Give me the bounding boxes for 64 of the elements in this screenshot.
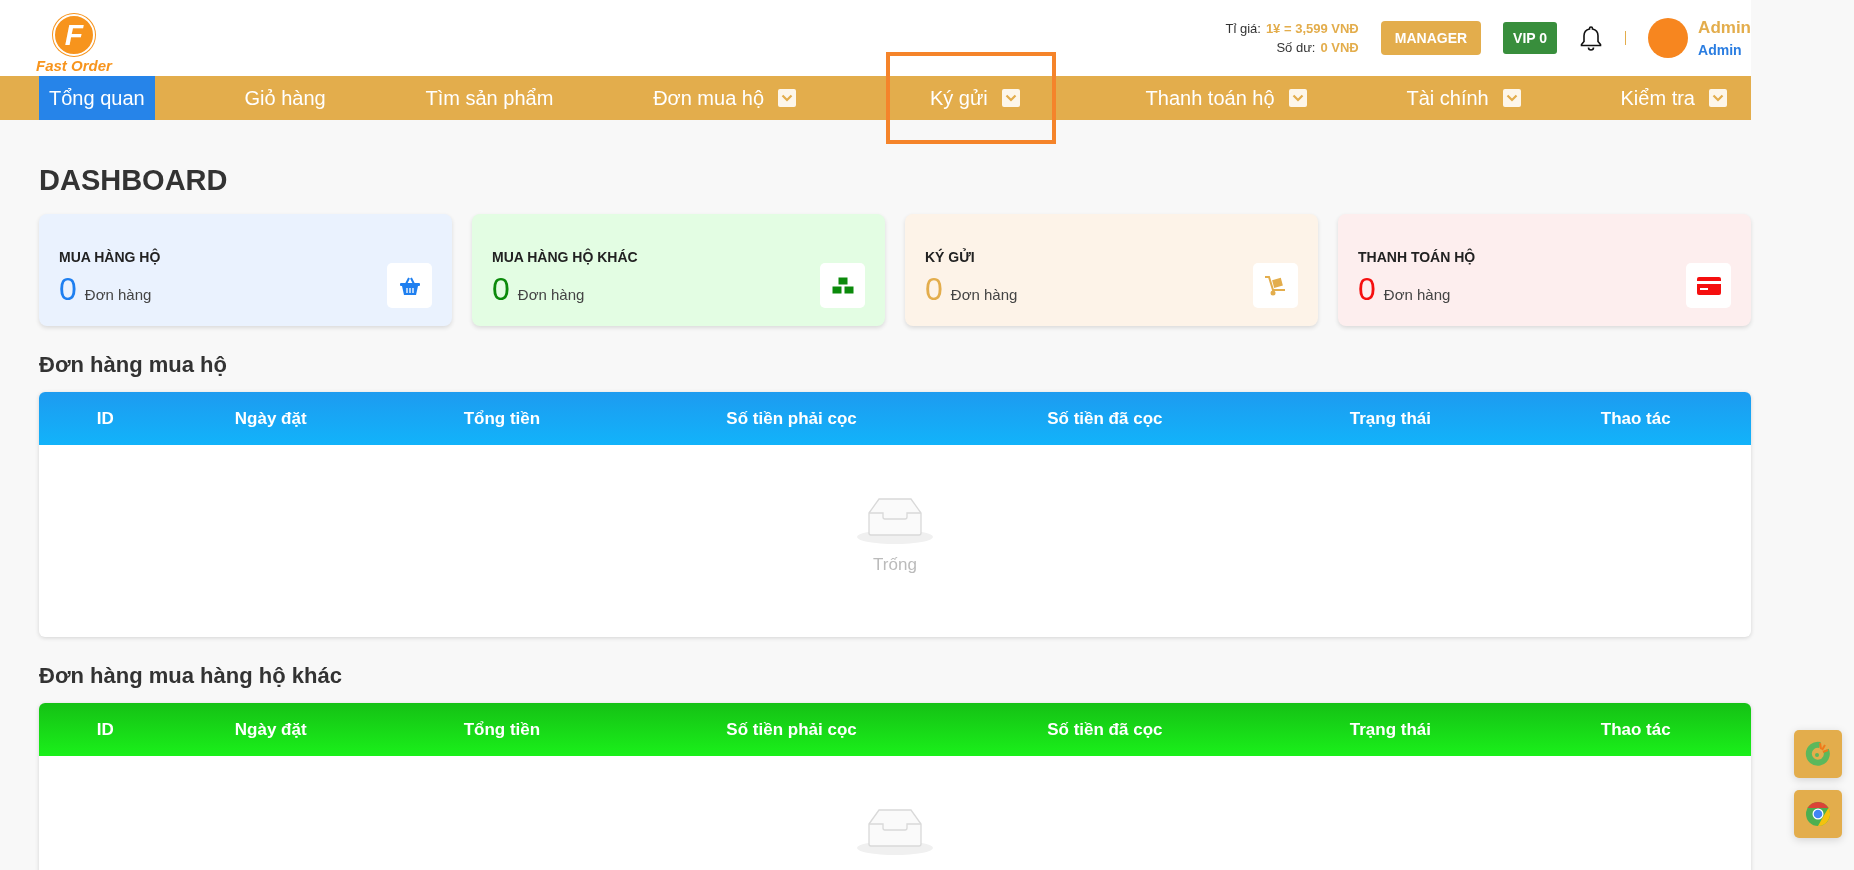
column-header: Thao tác [1599, 719, 1672, 740]
caret-icon [1502, 89, 1521, 107]
brand-name: Fast Order [36, 57, 112, 74]
column-header: ID [95, 719, 115, 740]
column-header: Tổng tiền [462, 408, 542, 429]
hand-truck-icon [1253, 263, 1298, 308]
section-title: Đơn hàng mua hộ [39, 352, 228, 378]
column-header: Số tiền phải cọc [725, 719, 858, 740]
column-header: Tổng tiền [462, 719, 542, 740]
avatar[interactable] [1648, 18, 1689, 58]
column-header: Ngày đặt [233, 719, 308, 740]
rate-label: Tỉ giá: [1225, 21, 1261, 36]
stat-unit: Đơn hàng [1383, 286, 1451, 303]
column-header: Số tiền đã cọc [1046, 719, 1164, 740]
basket-icon [387, 263, 432, 308]
rate-value: 1¥ = 3,599 VNĐ [1265, 21, 1359, 36]
user-name[interactable]: Admin [1698, 18, 1751, 38]
stat-title: KÝ GỬI [925, 249, 976, 265]
nav-tab[interactable]: Kiểm tra [1610, 76, 1737, 120]
stat-title: MUA HÀNG HỘ KHÁC [492, 249, 638, 265]
stat-count: 0 [59, 271, 77, 308]
user-role: Admin [1698, 42, 1743, 58]
column-header: ID [95, 408, 115, 429]
section-title: Đơn hàng mua hàng hộ khác [39, 663, 343, 689]
stat-count: 0 [925, 271, 943, 308]
nav-tab[interactable]: Thanh toán hộ [1135, 76, 1317, 120]
app-logo-icon [1804, 740, 1832, 768]
column-header: Thao tác [1599, 408, 1672, 429]
page-title: DASHBOARD [39, 164, 229, 197]
column-header: Trạng thái [1348, 719, 1432, 740]
stat-unit: Đơn hàng [517, 286, 585, 303]
stat-count: 0 [492, 271, 510, 308]
column-header: Số tiền phải cọc [725, 408, 858, 429]
nav-tab[interactable]: Giỏ hàng [234, 76, 336, 120]
caret-icon [1288, 89, 1307, 107]
nav-tab[interactable]: Đơn mua hộ [643, 76, 807, 120]
browser-logo-icon [1805, 801, 1831, 827]
column-header: Trạng thái [1348, 408, 1432, 429]
manager-button[interactable]: MANAGER [1380, 21, 1482, 55]
caret-icon [1001, 89, 1020, 107]
column-header: Số tiền đã cọc [1046, 408, 1164, 429]
caret-icon [1709, 89, 1727, 107]
empty-inbox-icon [855, 806, 935, 856]
nav-tab[interactable]: Tìm sản phẩm [415, 76, 564, 120]
caret-icon [778, 89, 797, 107]
bell-icon[interactable] [1579, 25, 1604, 51]
logo-mark[interactable]: F [52, 14, 95, 56]
empty-text: Trống [873, 555, 917, 575]
stat-unit: Đơn hàng [950, 286, 1018, 303]
empty-inbox-icon [855, 495, 935, 545]
stat-title: MUA HÀNG HỘ [59, 249, 161, 265]
stat-title: THANH TOÁN HỘ [1358, 249, 1476, 265]
nav-tab[interactable]: Tổng quan [39, 76, 155, 120]
balance-value: 0 VNĐ [1320, 40, 1359, 55]
nav-tab[interactable]: Tài chính [1396, 76, 1531, 120]
nav-tab[interactable]: Ký gửi [885, 76, 1056, 120]
stat-unit: Đơn hàng [84, 286, 152, 303]
stat-count: 0 [1358, 271, 1376, 308]
cubes-icon [820, 263, 865, 308]
column-header: Ngày đặt [233, 408, 308, 429]
vip-badge: VIP 0 [1503, 22, 1558, 54]
credit-card-icon [1686, 263, 1731, 308]
floating-button[interactable] [1794, 790, 1842, 838]
balance-label: Số dư: [1276, 40, 1316, 55]
